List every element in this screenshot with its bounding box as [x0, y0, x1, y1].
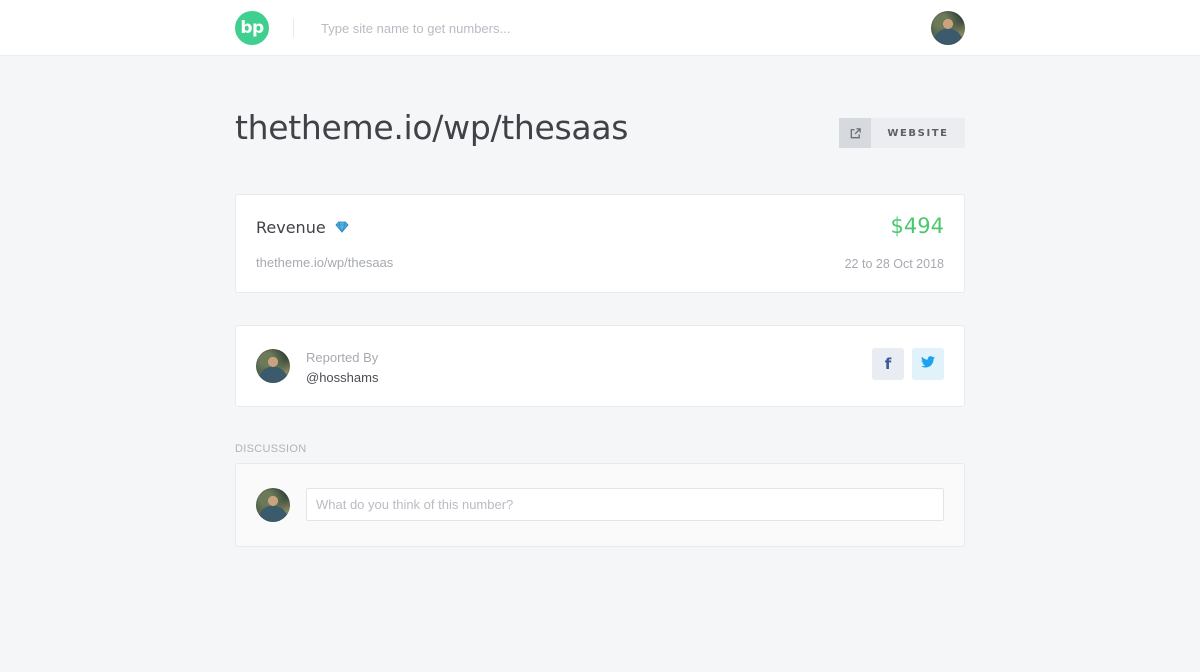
header-divider — [293, 19, 294, 37]
twitter-share-button[interactable] — [912, 348, 944, 380]
diamond-icon — [335, 218, 349, 237]
reporter-avatar[interactable] — [256, 349, 290, 383]
brand-logo[interactable]: bp — [235, 11, 269, 45]
comment-input[interactable] — [306, 488, 944, 521]
revenue-heading: Revenue — [256, 218, 349, 237]
reporter-card: Reported By @hosshams f — [235, 325, 965, 407]
revenue-label: Revenue — [256, 218, 326, 237]
facebook-icon: f — [884, 355, 892, 373]
site-search-input[interactable] — [313, 14, 733, 42]
commenter-avatar — [256, 488, 290, 522]
page-title: thetheme.io/wp/thesaas — [235, 108, 629, 147]
website-button-label: WEBSITE — [887, 127, 949, 139]
revenue-value: $494 — [890, 214, 944, 238]
external-link-icon — [839, 118, 871, 148]
discussion-card — [235, 463, 965, 547]
revenue-card: Revenue $494 thetheme.io/wp/thesaas 22 t… — [235, 194, 965, 293]
revenue-date-range: 22 to 28 Oct 2018 — [844, 257, 944, 271]
reporter-handle[interactable]: @hosshams — [306, 370, 378, 385]
top-navbar: bp — [0, 0, 1200, 56]
revenue-site: thetheme.io/wp/thesaas — [256, 255, 394, 270]
discussion-heading: DISCUSSION — [235, 443, 307, 455]
reported-by-label: Reported By — [306, 350, 379, 365]
twitter-icon — [921, 355, 935, 373]
user-avatar[interactable] — [931, 11, 965, 45]
facebook-share-button[interactable]: f — [872, 348, 904, 380]
website-button[interactable]: WEBSITE — [839, 118, 965, 148]
